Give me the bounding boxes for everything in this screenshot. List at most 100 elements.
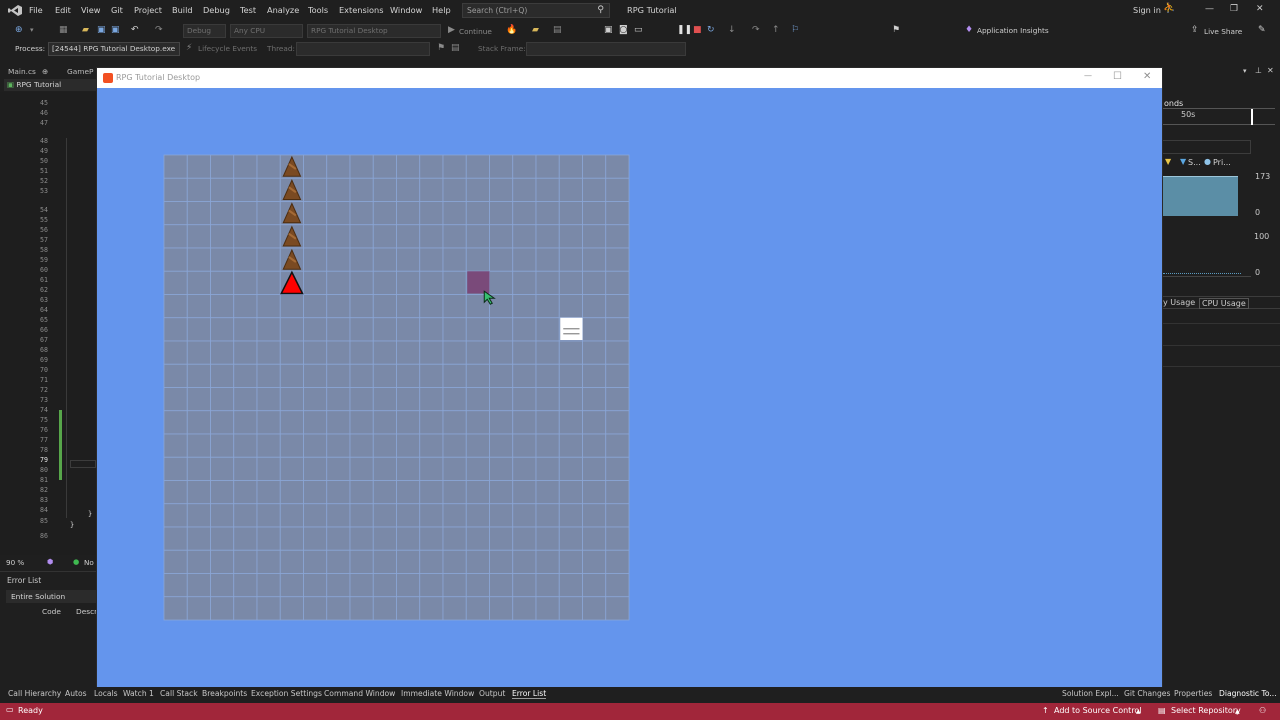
grid-tile[interactable] [256, 549, 281, 574]
grid-tile[interactable] [303, 340, 328, 365]
grid-tile[interactable] [279, 596, 304, 621]
grid-tile[interactable] [605, 410, 630, 435]
grid-tile[interactable] [442, 549, 467, 574]
grid-tile[interactable] [326, 154, 351, 179]
grid-tile[interactable] [233, 177, 258, 202]
grid-tile[interactable] [163, 247, 188, 272]
grid-tile[interactable] [303, 363, 328, 388]
grid-tile[interactable] [442, 317, 467, 342]
grid-tile[interactable] [326, 247, 351, 272]
grid-tile[interactable] [465, 387, 490, 412]
grid-tile[interactable] [582, 363, 607, 388]
lifecycle-icon[interactable]: ⚡ [186, 43, 192, 54]
grid-tile[interactable] [210, 154, 235, 179]
sign-in-link[interactable]: Sign in [1133, 5, 1161, 15]
grid-tile[interactable] [163, 410, 188, 435]
grid-tile[interactable] [210, 201, 235, 226]
tab-call-hierarchy[interactable]: Call Hierarchy [8, 689, 61, 698]
grid-tile[interactable] [326, 270, 351, 295]
grid-tile[interactable] [210, 503, 235, 528]
grid-tile[interactable] [372, 270, 397, 295]
code-column-header[interactable]: Code [42, 607, 61, 616]
grid-tile[interactable] [186, 456, 211, 481]
grid-tile[interactable] [372, 433, 397, 458]
tab-breakpoints[interactable]: Breakpoints [202, 689, 247, 698]
grid-tile[interactable] [512, 363, 537, 388]
step-into-icon[interactable]: ↓ [728, 25, 736, 36]
grid-tile[interactable] [210, 294, 235, 319]
lightbulb-icon[interactable]: ♦ [965, 25, 973, 36]
grid-tile[interactable] [582, 247, 607, 272]
grid-tile[interactable] [465, 224, 490, 249]
grid-tile[interactable] [256, 480, 281, 505]
grid-tile[interactable] [233, 317, 258, 342]
grid-tile[interactable] [349, 503, 374, 528]
bookmark-icon[interactable]: ⚑ [892, 25, 900, 36]
grid-tile[interactable] [558, 363, 583, 388]
back-icon[interactable]: ⊕ [15, 25, 23, 36]
grid-tile[interactable] [396, 480, 421, 505]
grid-tile[interactable] [419, 503, 444, 528]
grid-tile[interactable] [396, 596, 421, 621]
grid-tile[interactable] [419, 294, 444, 319]
grid-tile[interactable] [442, 294, 467, 319]
grid-tile[interactable] [419, 549, 444, 574]
grid-tile[interactable] [303, 503, 328, 528]
grid-tile[interactable] [279, 573, 304, 598]
grid-tile[interactable] [605, 549, 630, 574]
tab-command-window[interactable]: Command Window [324, 689, 395, 698]
grid-tile[interactable] [605, 247, 630, 272]
grid-tile[interactable] [186, 526, 211, 551]
grid-tile[interactable] [186, 573, 211, 598]
game-window[interactable]: RPG Tutorial Desktop — ☐ ✕ [96, 67, 1163, 688]
open-icon[interactable]: ▰ [82, 25, 89, 36]
grid-tile[interactable] [303, 596, 328, 621]
grid-tile[interactable] [558, 456, 583, 481]
grid-tile[interactable] [163, 387, 188, 412]
grid-tile[interactable] [442, 201, 467, 226]
grid-tile[interactable] [535, 363, 560, 388]
grid-tile[interactable] [582, 224, 607, 249]
grid-tile[interactable] [326, 201, 351, 226]
menu-build[interactable]: Build [172, 5, 193, 15]
grid-tile[interactable] [326, 224, 351, 249]
grid-tile[interactable] [256, 387, 281, 412]
grid-tile[interactable] [349, 480, 374, 505]
grid-tile[interactable] [582, 526, 607, 551]
grid-tile[interactable] [442, 247, 467, 272]
grid-tile[interactable] [465, 480, 490, 505]
save-icon[interactable]: ▣ [97, 25, 106, 36]
grid-tile[interactable] [372, 201, 397, 226]
menu-debug[interactable]: Debug [203, 5, 230, 15]
grid-tile[interactable] [465, 549, 490, 574]
grid-tile[interactable] [535, 549, 560, 574]
tab-watch-1[interactable]: Watch 1 [123, 689, 154, 698]
grid-tile[interactable] [465, 177, 490, 202]
grid-tile[interactable] [279, 456, 304, 481]
grid-tile[interactable] [558, 480, 583, 505]
grid-tile[interactable] [605, 177, 630, 202]
grid-tile[interactable] [396, 340, 421, 365]
diagnostic-icon[interactable]: ▤ [553, 25, 562, 36]
grid-tile[interactable] [303, 154, 328, 179]
grid-tile[interactable] [233, 503, 258, 528]
grid-tile[interactable] [442, 387, 467, 412]
grid-tile[interactable] [419, 363, 444, 388]
grid-tile[interactable] [372, 596, 397, 621]
search-input[interactable]: Search (Ctrl+Q) ⚲ [462, 3, 610, 18]
grid-tile[interactable] [233, 573, 258, 598]
grid-tile[interactable] [372, 549, 397, 574]
thread-select[interactable] [296, 42, 430, 56]
grid-tile[interactable] [489, 270, 514, 295]
grid-tile[interactable] [489, 154, 514, 179]
grid-tile[interactable] [163, 317, 188, 342]
grid-tile[interactable] [419, 154, 444, 179]
grid-tile[interactable] [163, 526, 188, 551]
grid-tile[interactable] [558, 270, 583, 295]
grid-tile[interactable] [256, 177, 281, 202]
grid-tile[interactable] [349, 526, 374, 551]
grid-tile[interactable] [605, 317, 630, 342]
grid-tile[interactable] [186, 294, 211, 319]
grid-tile[interactable] [489, 201, 514, 226]
grid-tile[interactable] [535, 201, 560, 226]
